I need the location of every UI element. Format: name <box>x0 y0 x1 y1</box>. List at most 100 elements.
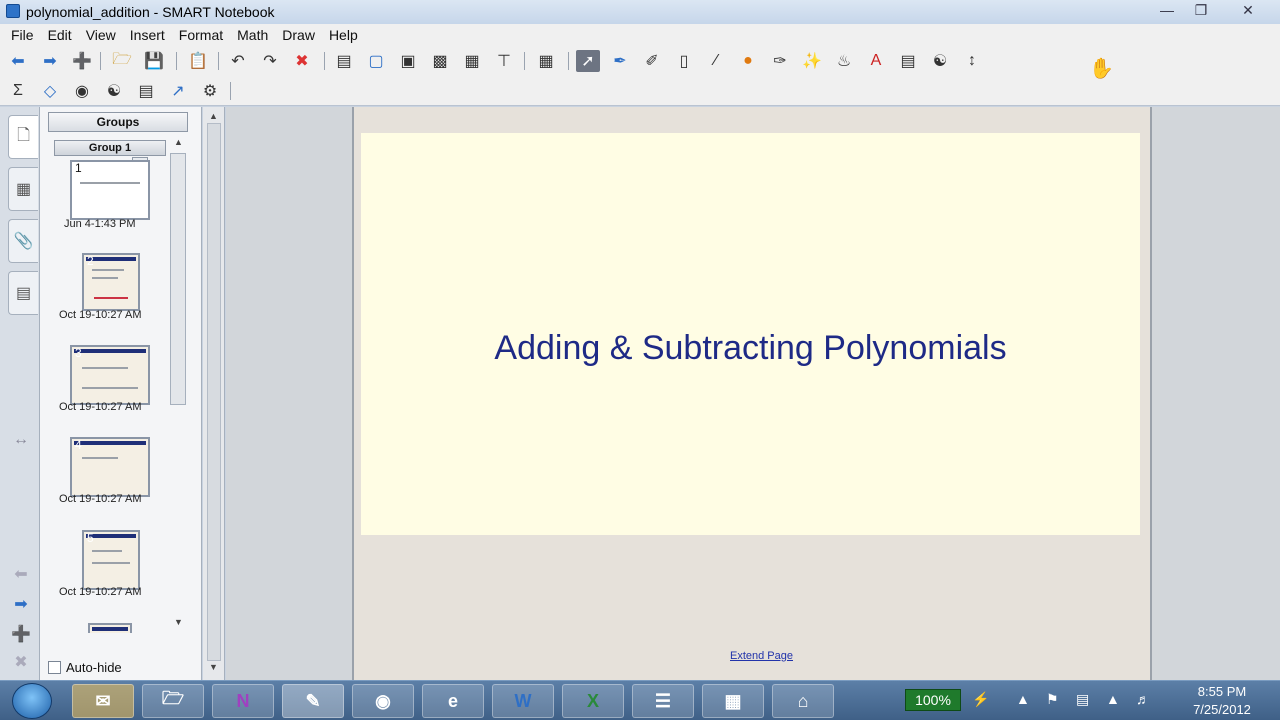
autohide-option[interactable]: Auto-hide <box>48 660 122 675</box>
page-thumbnail-2[interactable]: 2 <box>82 253 140 311</box>
onenote-task-icon[interactable]: N <box>212 684 274 718</box>
properties-icon[interactable]: ▤ <box>896 50 920 72</box>
show-hidden-icons[interactable]: ▲ <box>1016 691 1030 707</box>
eraser-icon[interactable]: ▯ <box>672 50 696 72</box>
magic-pen-icon[interactable]: ✑ <box>768 50 792 72</box>
screen-shade-icon[interactable]: ▤ <box>332 50 356 72</box>
stack-task-icon[interactable]: ☰ <box>632 684 694 718</box>
notebook-task-icon[interactable]: ✎ <box>282 684 344 718</box>
excel-task-icon[interactable]: X <box>562 684 624 718</box>
addons-icon[interactable]: ⚙ <box>198 80 222 102</box>
forward-icon[interactable]: ➡ <box>38 50 62 72</box>
network-icon[interactable]: ▲ <box>1106 691 1120 707</box>
text-icon[interactable]: A <box>864 50 888 72</box>
properties-tab[interactable]: ▤ <box>8 271 38 315</box>
redo-icon[interactable]: ↷ <box>258 50 282 72</box>
sorter-scrollbar[interactable]: ▲ ▼ <box>170 137 186 627</box>
add-page-icon[interactable]: ➕ <box>70 50 94 72</box>
next-page-icon[interactable]: ➡ <box>8 593 34 615</box>
slide-content[interactable]: Adding & Subtracting Polynomials <box>361 133 1140 535</box>
scroll-thumb[interactable] <box>170 153 186 405</box>
page-sorter-tab[interactable]: 🗋 <box>8 115 38 159</box>
document-camera-icon[interactable]: ▦ <box>460 50 484 72</box>
prev-page-icon[interactable]: ⬅ <box>8 563 34 585</box>
fill-icon[interactable]: ✨ <box>800 50 824 72</box>
capture-icon[interactable]: ▩ <box>428 50 452 72</box>
page-thumbnail-5[interactable]: 5 <box>82 530 140 590</box>
creative-pen-icon[interactable]: ✐ <box>640 50 664 72</box>
paste-icon[interactable]: 📋 <box>186 50 210 72</box>
page-sorter-icon: 🗋 <box>17 126 30 144</box>
menu-edit[interactable]: Edit <box>41 27 79 43</box>
camera-task-icon[interactable]: ▦ <box>702 684 764 718</box>
sum-icon[interactable]: Σ <box>6 80 30 102</box>
measure-icon[interactable]: ☯ <box>928 50 952 72</box>
scroll-up-icon[interactable]: ▲ <box>209 111 218 121</box>
attachments-tab[interactable]: 📎 <box>8 219 38 263</box>
back-icon[interactable]: ⬅ <box>6 50 30 72</box>
shape-icon[interactable]: ● <box>736 50 760 72</box>
save-icon[interactable]: 💾 <box>142 50 166 72</box>
table-insert-icon[interactable]: ▤ <box>134 80 158 102</box>
full-screen-icon[interactable]: ▢ <box>364 50 388 72</box>
text-tool-icon[interactable]: ⊤ <box>492 50 516 72</box>
fill-shape-icon[interactable]: ◉ <box>70 80 94 102</box>
shape-recognition-icon[interactable]: ◇ <box>38 80 62 102</box>
menu-draw[interactable]: Draw <box>275 27 322 43</box>
select-icon[interactable]: ➚ <box>576 50 600 72</box>
move-sidebar-icon[interactable]: ↔ <box>8 429 34 451</box>
page-thumbnail-4[interactable]: 4 <box>70 437 150 497</box>
minimize-button[interactable]: — <box>1150 0 1184 20</box>
notebook-page[interactable]: Adding & Subtracting Polynomials Extend … <box>352 107 1152 680</box>
explorer-task-icon[interactable]: 🗁 <box>142 684 204 718</box>
close-button[interactable]: ✕ <box>1228 0 1268 20</box>
outlook-task-icon[interactable]: ✉ <box>72 684 134 718</box>
power-plug-icon[interactable]: ⚡ <box>972 691 989 708</box>
clock[interactable]: 8:55 PM 7/25/2012 <box>1172 683 1272 719</box>
page-thumbnail-6[interactable] <box>88 623 132 633</box>
menu-insert[interactable]: Insert <box>123 27 172 43</box>
menu-math[interactable]: Math <box>230 27 275 43</box>
undo-icon[interactable]: ↶ <box>226 50 250 72</box>
scroll-up-icon[interactable]: ▲ <box>174 137 183 147</box>
open-icon[interactable]: 🗁 <box>110 50 134 72</box>
battery-indicator[interactable]: 100% <box>905 689 961 711</box>
line-icon[interactable]: ∕ <box>704 50 728 72</box>
workspace-scrollbar[interactable]: ▲ ▼ <box>203 107 225 680</box>
menu-view[interactable]: View <box>79 27 123 43</box>
hand-cursor-icon: ✋ <box>1089 58 1114 80</box>
scroll-track[interactable] <box>207 123 221 661</box>
page-thumbnail-1[interactable]: 1 <box>70 160 150 220</box>
action-center-flag-icon[interactable]: ⚑ <box>1046 691 1059 708</box>
table-icon[interactable]: ▦ <box>534 50 558 72</box>
page-thumbnail-3[interactable]: 3 <box>70 345 150 405</box>
ie-task-icon[interactable]: e <box>422 684 484 718</box>
chrome-task-icon[interactable]: ◉ <box>352 684 414 718</box>
word-task-icon[interactable]: W <box>492 684 554 718</box>
autohide-checkbox[interactable] <box>48 661 61 674</box>
gallery-tab[interactable]: ▦ <box>8 167 38 211</box>
device-icon[interactable]: ▤ <box>1076 691 1089 708</box>
home-task-icon[interactable]: ⌂ <box>772 684 834 718</box>
delete-icon[interactable]: ✖ <box>290 50 314 72</box>
move-toolbar-icon[interactable]: ↕ <box>960 50 984 72</box>
slide-title[interactable]: Adding & Subtracting Polynomials <box>361 329 1140 368</box>
groups-button[interactable]: Groups <box>48 112 188 132</box>
menu-format[interactable]: Format <box>172 27 230 43</box>
graph-icon[interactable]: ↗ <box>166 80 190 102</box>
measurement-icon[interactable]: ☯ <box>102 80 126 102</box>
group-header[interactable]: Group 1 <box>54 140 166 156</box>
scroll-down-icon[interactable]: ▼ <box>209 662 218 672</box>
menu-file[interactable]: File <box>4 27 41 43</box>
start-button[interactable] <box>12 683 52 719</box>
dual-page-icon[interactable]: ▣ <box>396 50 420 72</box>
extend-page-link[interactable]: Extend Page <box>730 650 793 662</box>
maximize-button[interactable]: ❐ <box>1184 0 1218 20</box>
fill-bucket-icon[interactable]: ♨ <box>832 50 856 72</box>
volume-icon[interactable]: ♬ <box>1136 691 1150 707</box>
scroll-down-icon[interactable]: ▼ <box>174 617 183 627</box>
menu-help[interactable]: Help <box>322 27 365 43</box>
delete-page-icon[interactable]: ✖ <box>8 651 34 673</box>
add-page-side-icon[interactable]: ➕ <box>8 623 34 645</box>
pen-icon[interactable]: ✒ <box>608 50 632 72</box>
